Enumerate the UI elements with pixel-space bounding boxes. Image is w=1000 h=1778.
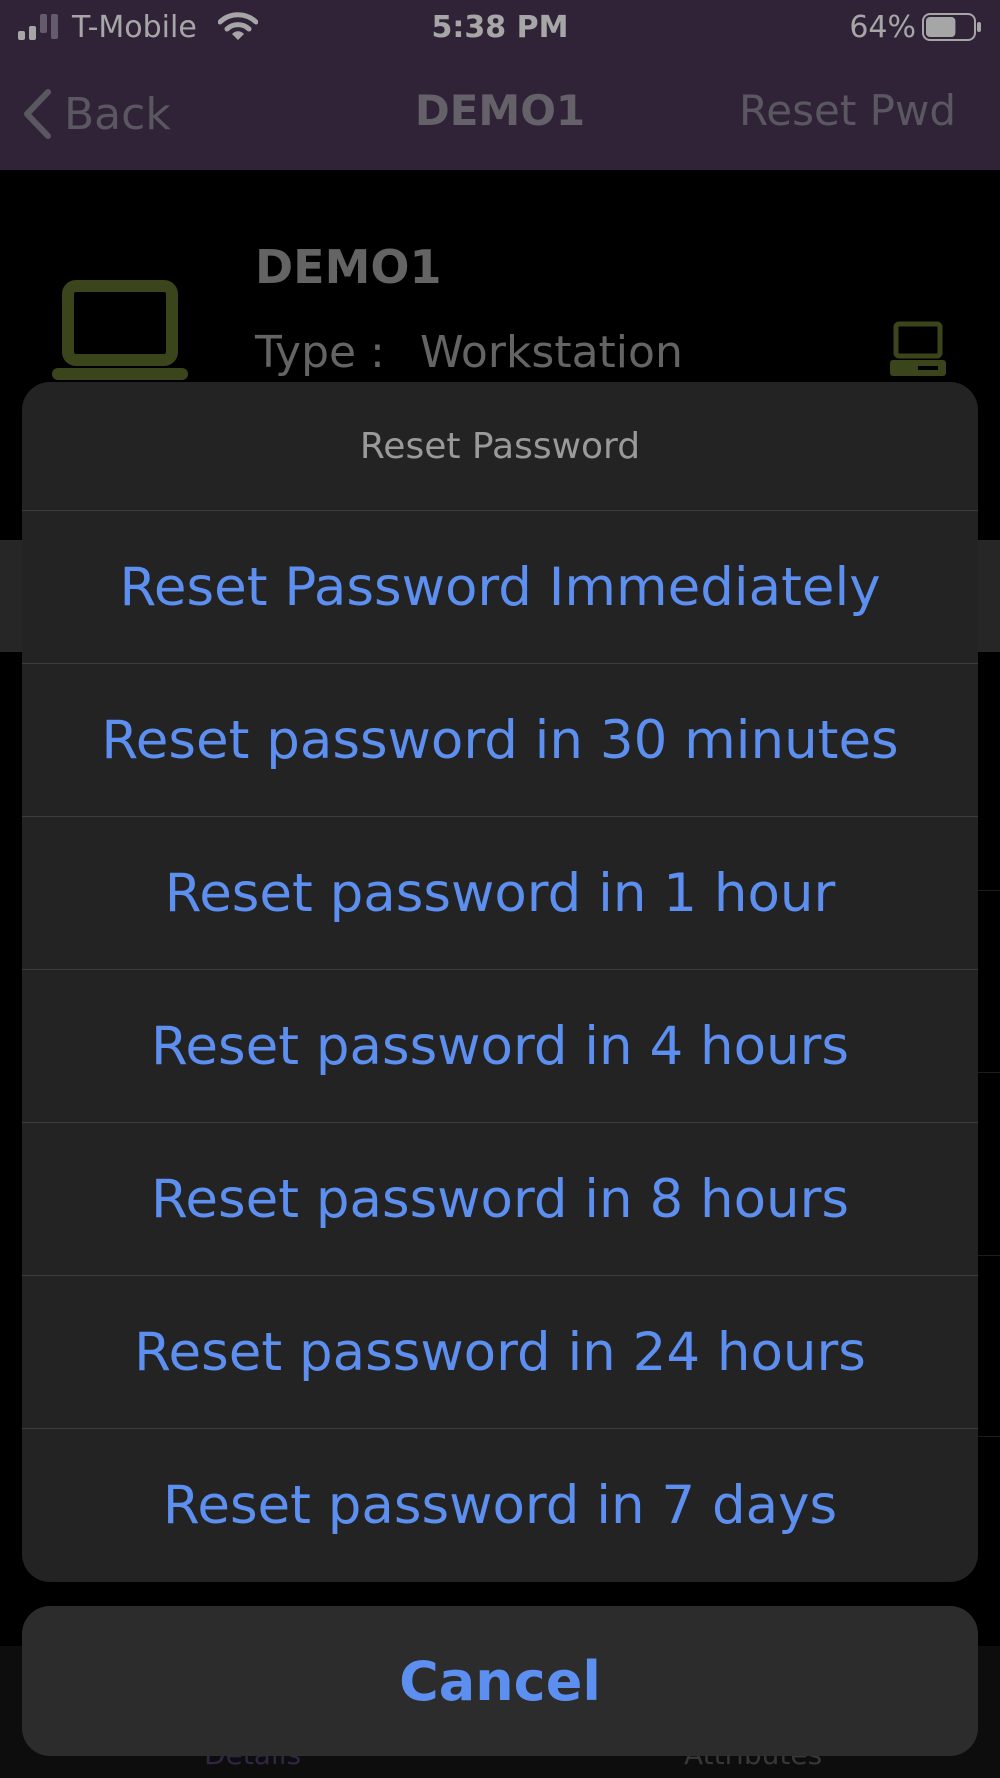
- cancel-button[interactable]: Cancel: [22, 1606, 978, 1756]
- reset-4-hours-option[interactable]: Reset password in 4 hours: [22, 970, 978, 1123]
- reset-immediately-option[interactable]: Reset Password Immediately: [22, 511, 978, 664]
- reset-24-hours-option[interactable]: Reset password in 24 hours: [22, 1276, 978, 1429]
- reset-7-days-option[interactable]: Reset password in 7 days: [22, 1429, 978, 1581]
- reset-8-hours-option[interactable]: Reset password in 8 hours: [22, 1123, 978, 1276]
- reset-password-action-sheet: Reset Password Reset Password Immediatel…: [22, 382, 978, 1582]
- action-sheet-title: Reset Password: [22, 382, 978, 511]
- reset-30-minutes-option[interactable]: Reset password in 30 minutes: [22, 664, 978, 817]
- reset-1-hour-option[interactable]: Reset password in 1 hour: [22, 817, 978, 970]
